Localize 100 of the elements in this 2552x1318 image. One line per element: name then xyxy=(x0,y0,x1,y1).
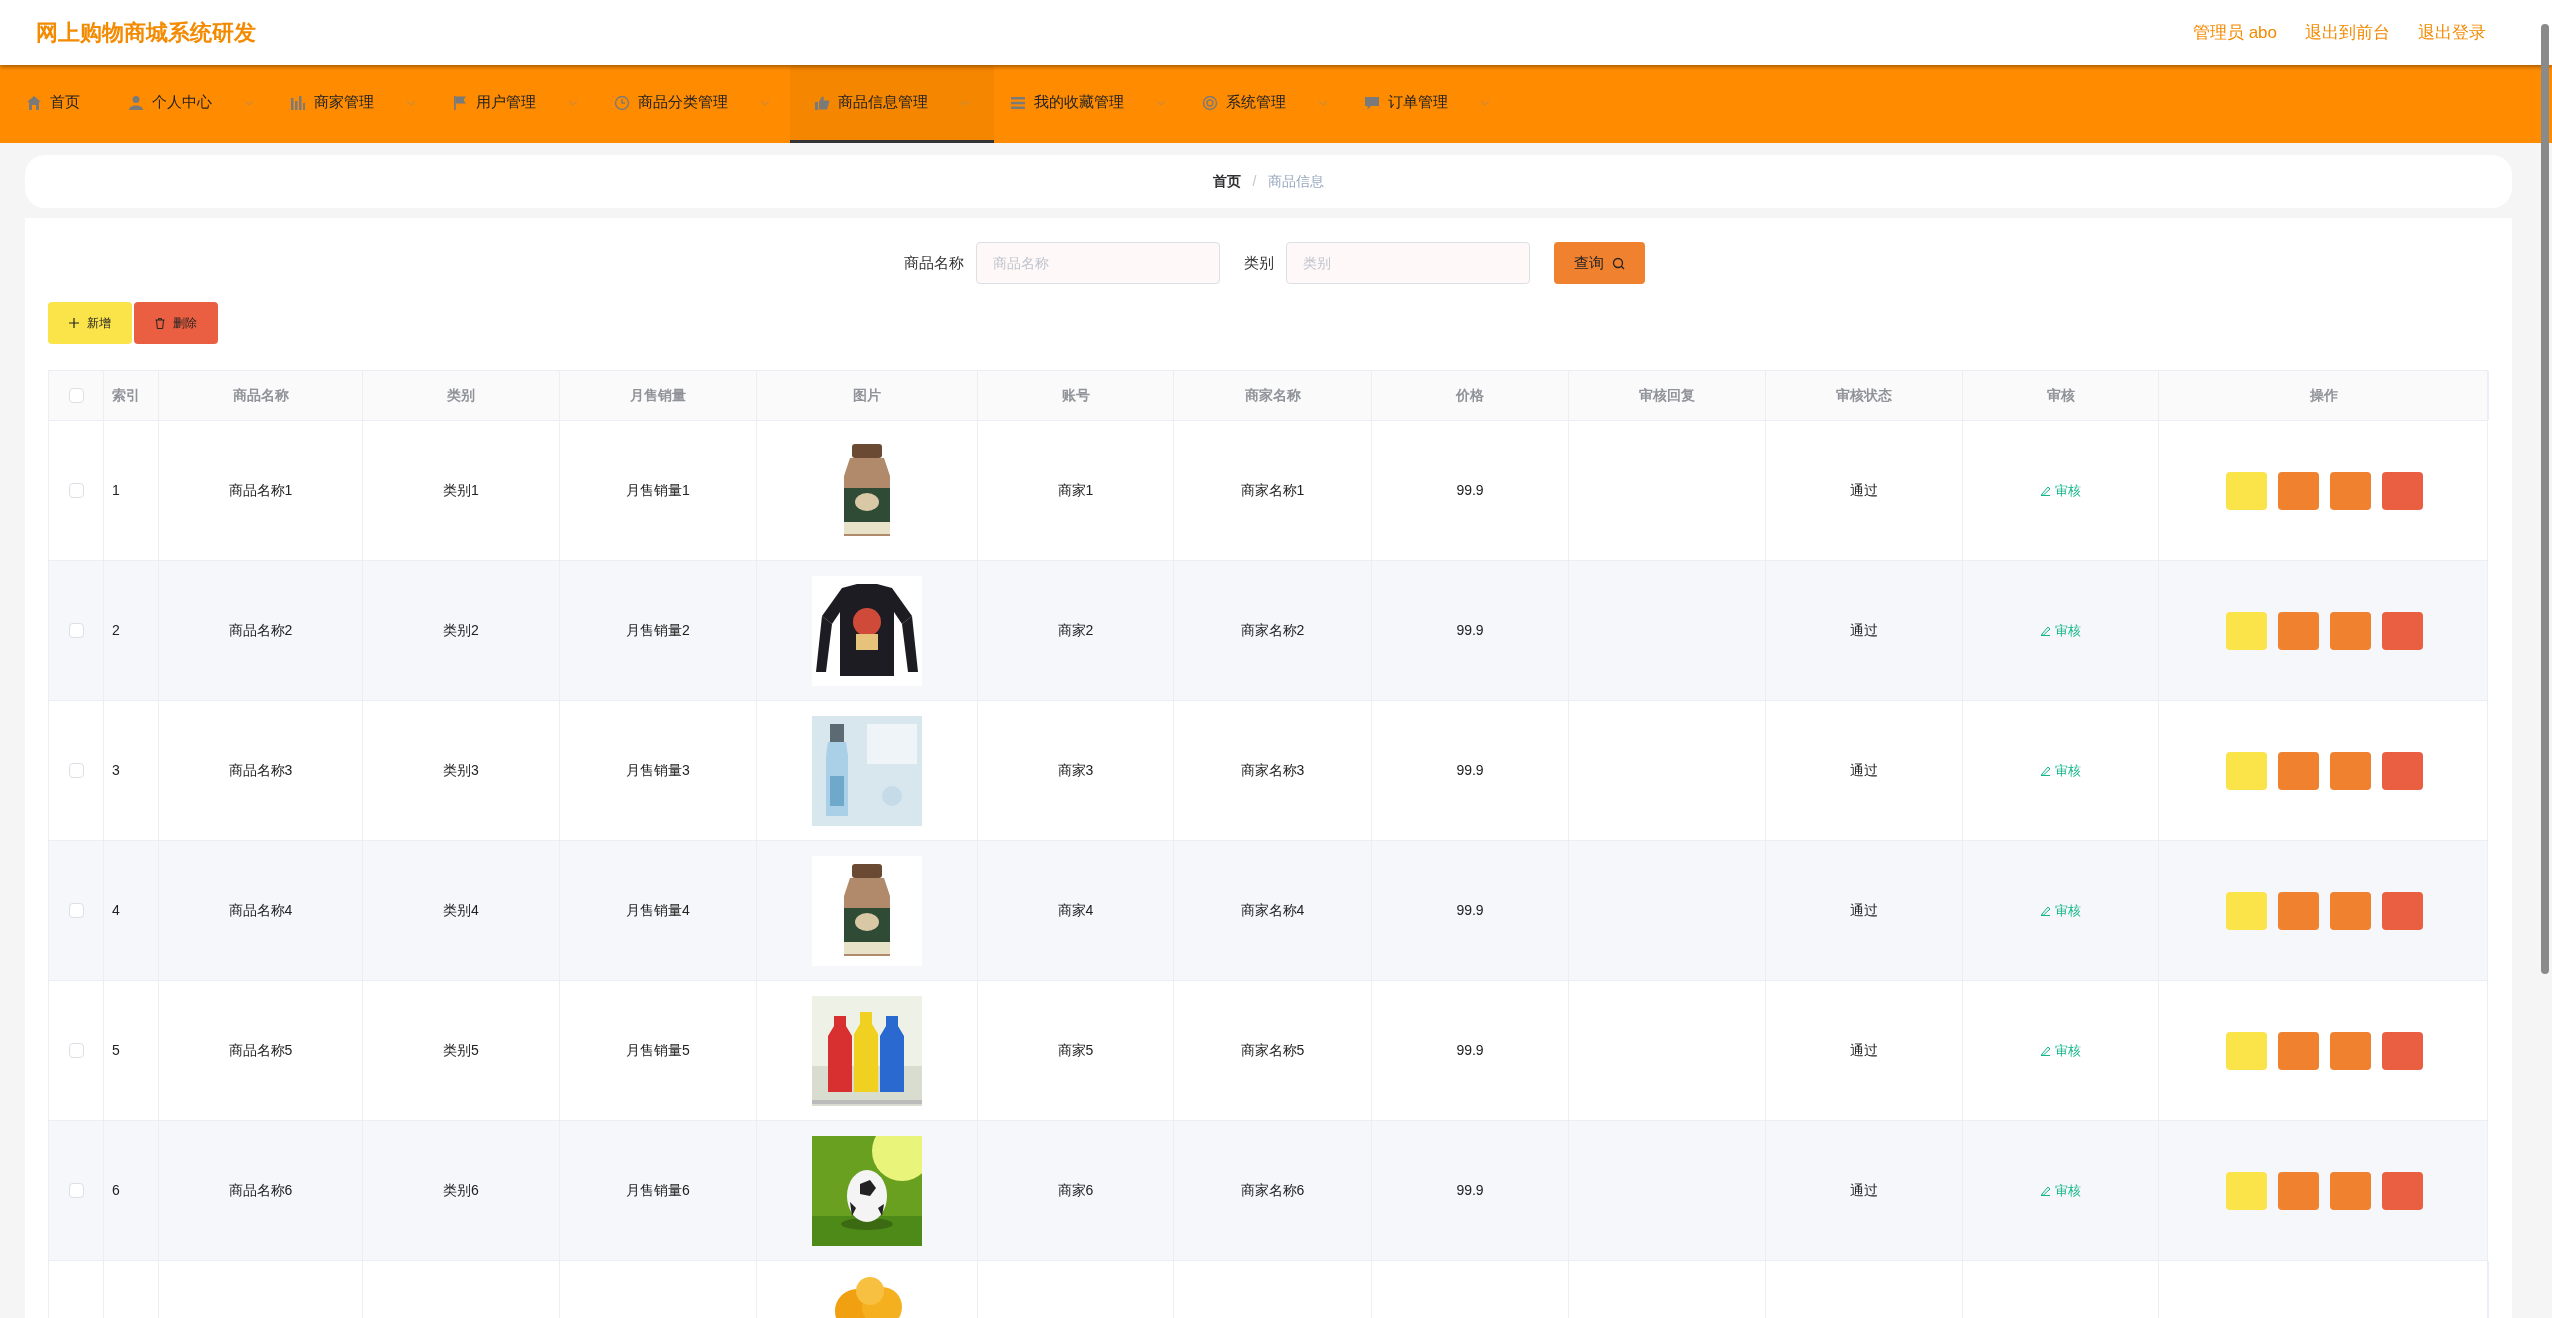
table-cell-text: 通过 xyxy=(1850,901,1878,920)
action-button[interactable] xyxy=(2381,751,2423,790)
column-header: 商品名称 xyxy=(232,386,289,405)
table-cell-text: 商品名称6 xyxy=(228,1181,293,1200)
table-cell-text: 商品名称4 xyxy=(228,901,293,920)
nav-item[interactable]: 首页 xyxy=(10,65,112,143)
column-header: 月售销量 xyxy=(630,386,686,405)
flag-icon xyxy=(452,94,468,111)
table-cell-text: 5 xyxy=(112,1041,120,1060)
table-cell-text: 商家名称4 xyxy=(1240,901,1305,920)
action-button[interactable] xyxy=(2329,611,2371,650)
action-button[interactable] xyxy=(2329,1171,2371,1210)
nav-item[interactable]: 商品分类管理 xyxy=(598,65,790,143)
action-button[interactable] xyxy=(2277,751,2319,790)
search-field[interactable]: 商品名称 xyxy=(976,242,1220,284)
action-button[interactable] xyxy=(2381,1171,2423,1210)
column-header: 操作 xyxy=(2309,386,2338,405)
table-cell-text: 月售销量1 xyxy=(626,481,690,500)
table-cell-text: 通过 xyxy=(1850,481,1878,500)
row-checkbox[interactable] xyxy=(68,1043,84,1058)
nav-item[interactable]: 订单管理 xyxy=(1348,65,1510,143)
pencil-icon xyxy=(2040,905,2051,916)
table-cell-text: 类别3 xyxy=(443,761,479,780)
action-button[interactable] xyxy=(2381,1031,2423,1070)
row-checkbox[interactable] xyxy=(68,1183,84,1198)
action-button[interactable] xyxy=(2329,891,2371,930)
column-header: 类别 xyxy=(447,386,475,405)
action-button[interactable] xyxy=(2277,471,2319,510)
add-button[interactable]: 新增 xyxy=(48,302,132,344)
table-cell-text: 99.9 xyxy=(1456,1181,1484,1200)
chat-icon xyxy=(1364,94,1380,111)
table-cell-text: 2 xyxy=(112,621,120,640)
table-cell-text: 商家5 xyxy=(1057,1041,1094,1060)
table-cell-text: 商家名称6 xyxy=(1240,1181,1305,1200)
table-cell-text: 4 xyxy=(112,901,120,920)
table-cell-text: 99.9 xyxy=(1456,481,1484,500)
table-cell-text: 商品名称2 xyxy=(228,621,293,640)
table-cell-text: 商家名称2 xyxy=(1240,621,1305,640)
action-button[interactable] xyxy=(2277,611,2319,650)
table-cell-text: 商家名称5 xyxy=(1240,1041,1305,1060)
table-cell-text: 3 xyxy=(112,761,120,780)
list-icon xyxy=(1010,94,1026,111)
table-cell-text: 月售销量5 xyxy=(626,1041,690,1060)
table-cell-text: 6 xyxy=(112,1181,120,1200)
action-button[interactable] xyxy=(2277,1171,2319,1210)
table-cell-text: 99.9 xyxy=(1456,621,1484,640)
column-header: 审核回复 xyxy=(1639,386,1695,405)
action-button[interactable] xyxy=(2381,471,2423,510)
column-header: 账号 xyxy=(1061,386,1090,405)
breadcrumb-separator: / xyxy=(1252,172,1257,191)
pencil-icon xyxy=(2040,1185,2051,1196)
nav-item[interactable]: 系统管理 xyxy=(1186,65,1348,143)
nav-item[interactable]: 用户管理 xyxy=(436,65,598,143)
pencil-icon xyxy=(2040,765,2051,776)
action-button[interactable] xyxy=(2277,1031,2319,1070)
search-icon xyxy=(1612,256,1625,270)
search-button[interactable]: 查询 xyxy=(1554,242,1645,284)
column-header: 审核状态 xyxy=(1836,386,1892,405)
table-cell-text: 商品名称5 xyxy=(228,1041,293,1060)
pencil-icon xyxy=(2040,1045,2051,1056)
table-cell-text: 类别2 xyxy=(443,621,479,640)
thumbs-up-icon xyxy=(814,94,830,111)
action-button[interactable] xyxy=(2329,471,2371,510)
row-checkbox[interactable] xyxy=(68,483,84,498)
field-label: 商品名称 xyxy=(904,252,964,273)
person-icon xyxy=(128,94,144,111)
nav-item[interactable]: 商家管理 xyxy=(274,65,436,143)
row-checkbox[interactable] xyxy=(68,623,84,638)
row-checkbox[interactable] xyxy=(68,903,84,918)
column-header: 图片 xyxy=(853,386,881,405)
nav-item[interactable]: 我的收藏管理 xyxy=(994,65,1186,143)
delete-button[interactable]: 删除 xyxy=(134,302,218,344)
action-button[interactable] xyxy=(2277,891,2319,930)
bar-chart-icon xyxy=(290,94,306,111)
row-checkbox[interactable] xyxy=(68,763,84,778)
table-cell-text: 通过 xyxy=(1850,1181,1878,1200)
action-button[interactable] xyxy=(2329,751,2371,790)
action-button[interactable] xyxy=(2329,1031,2371,1070)
nav-item[interactable]: 商品信息管理 xyxy=(790,65,994,143)
column-header: 索引 xyxy=(112,386,140,405)
circle-icon xyxy=(1202,94,1218,111)
table-cell-text: 商家2 xyxy=(1057,621,1094,640)
table-cell-text: 1 xyxy=(112,481,120,500)
scrollbar[interactable] xyxy=(2541,24,2549,974)
action-button[interactable] xyxy=(2381,891,2423,930)
home-icon xyxy=(26,94,42,111)
column-header: 商家名称 xyxy=(1244,386,1301,405)
table-cell-text: 99.9 xyxy=(1456,761,1484,780)
table-cell-text: 通过 xyxy=(1850,621,1878,640)
action-button[interactable] xyxy=(2381,611,2423,650)
table-cell-text: 99.9 xyxy=(1456,901,1484,920)
table-cell-text: 商家3 xyxy=(1057,761,1094,780)
breadcrumb-item[interactable]: 首页 xyxy=(1212,171,1241,192)
table-cell-text: 类别6 xyxy=(443,1181,479,1200)
search-field[interactable]: 类别 xyxy=(1286,242,1530,284)
nav-item[interactable]: 个人中心 xyxy=(112,65,274,143)
trash-icon xyxy=(155,317,165,329)
select-all-checkbox[interactable] xyxy=(68,388,84,403)
table-cell-text: 月售销量3 xyxy=(626,761,690,780)
pencil-icon xyxy=(2040,625,2051,636)
